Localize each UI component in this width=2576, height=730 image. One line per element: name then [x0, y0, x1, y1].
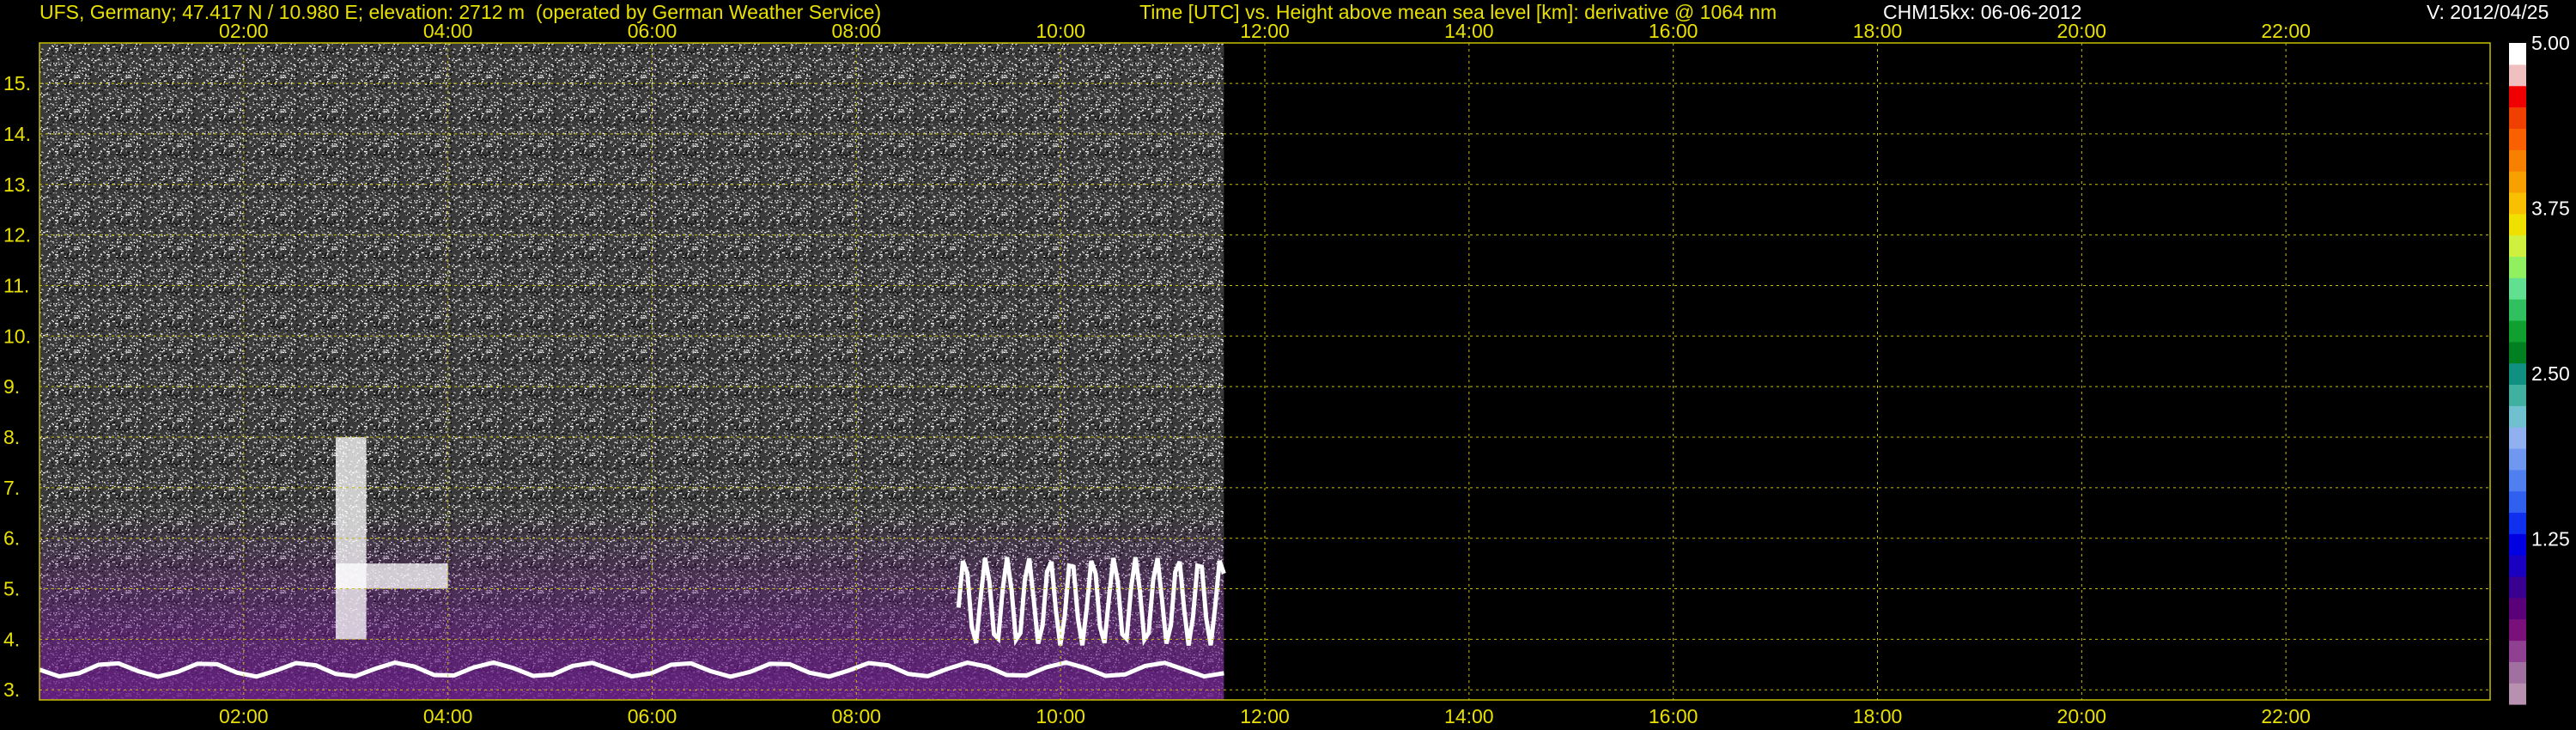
y-tick-label: 14. [3, 123, 31, 145]
x-tick-label-top: 22:00 [2261, 20, 2311, 42]
colorbar-segment [2509, 555, 2526, 577]
colorbar-segment [2509, 512, 2526, 534]
colorbar-segment [2509, 128, 2526, 150]
x-tick-label-bottom: 22:00 [2261, 705, 2311, 727]
colorbar-segment [2509, 661, 2526, 684]
x-tick-label-top: 14:00 [1444, 20, 1494, 42]
x-tick-label-bottom: 18:00 [1853, 705, 1903, 727]
colorbar-segment [2509, 106, 2526, 129]
colorbar-segment [2509, 171, 2526, 193]
y-tick-label: 8. [3, 426, 20, 448]
colorbar-segment [2509, 597, 2526, 620]
colorbar-tick-label: 1.25 [2531, 528, 2570, 551]
colorbar-segment [2509, 213, 2526, 236]
colorbar-segment [2509, 447, 2526, 471]
x-tick-label-top: 06:00 [628, 20, 677, 42]
y-tick-label: 4. [3, 628, 20, 650]
x-tick-label-top: 12:00 [1240, 20, 1290, 42]
y-tick-label: 10. [3, 325, 31, 347]
y-tick-label: 3. [3, 678, 20, 701]
colorbar-tick-label: 3.75 [2531, 198, 2570, 220]
colorbar-tick-label: 2.50 [2531, 362, 2570, 385]
colorbar-segment [2509, 362, 2526, 386]
x-tick-label-bottom: 06:00 [628, 705, 677, 727]
colorbar-segment [2509, 427, 2526, 449]
colorbar-segment [2509, 490, 2526, 514]
y-tick-label: 12. [3, 224, 31, 246]
colorbar-segment [2509, 469, 2526, 492]
colorbar-segment [2509, 256, 2526, 278]
y-tick-label: 5. [3, 578, 20, 600]
colorbar-segment [2509, 192, 2526, 215]
y-tick-label: 15. [3, 72, 31, 94]
x-tick-label-bottom: 02:00 [219, 705, 269, 727]
x-tick-label-top: 08:00 [832, 20, 882, 42]
x-tick-label-bottom: 10:00 [1036, 705, 1085, 727]
x-tick-label-bottom: 12:00 [1240, 705, 1290, 727]
colorbar-segment [2509, 405, 2526, 428]
y-tick-label: 9. [3, 375, 20, 398]
colorbar-tick-label: 5.00 [2531, 32, 2570, 54]
x-tick-label-bottom: 16:00 [1649, 705, 1698, 727]
x-tick-label-top: 16:00 [1649, 20, 1698, 42]
colorbar-segment [2509, 384, 2526, 406]
colorbar-segment [2509, 85, 2526, 108]
colorbar-segment [2509, 64, 2526, 87]
x-tick-label-top: 20:00 [2057, 20, 2107, 42]
y-tick-label: 13. [3, 173, 31, 196]
lidar-chart: 02:00 02:00 04:00 04:00 06:00 06:00 08:00 08:00… [3, 20, 2570, 727]
colorbar-segment [2509, 149, 2526, 172]
colorbar-segment [2509, 640, 2526, 662]
colorbar-segment [2509, 618, 2526, 642]
x-tick-label-top: 04:00 [423, 20, 473, 42]
x-tick-label-bottom: 04:00 [423, 705, 473, 727]
colorbar-segment [2509, 277, 2526, 300]
colorbar-segment [2509, 319, 2526, 343]
x-tick-label-bottom: 20:00 [2057, 705, 2107, 727]
x-tick-label-bottom: 14:00 [1444, 705, 1494, 727]
colorbar-segment [2509, 299, 2526, 321]
x-tick-label-top: 02:00 [219, 20, 269, 42]
colorbar-segment [2509, 575, 2526, 599]
colorbar-segment [2509, 341, 2526, 364]
x-tick-label-top: 10:00 [1036, 20, 1085, 42]
x-tick-label-bottom: 08:00 [832, 705, 882, 727]
y-tick-label: 11. [3, 275, 29, 297]
colorbar-segment [2509, 683, 2526, 705]
x-tick-label-top: 18:00 [1853, 20, 1903, 42]
colorbar-segment [2509, 234, 2526, 257]
colorbar-segment [2509, 43, 2526, 65]
y-tick-label: 6. [3, 527, 20, 550]
y-tick-label: 7. [3, 477, 20, 499]
colorbar-segment [2509, 533, 2526, 556]
